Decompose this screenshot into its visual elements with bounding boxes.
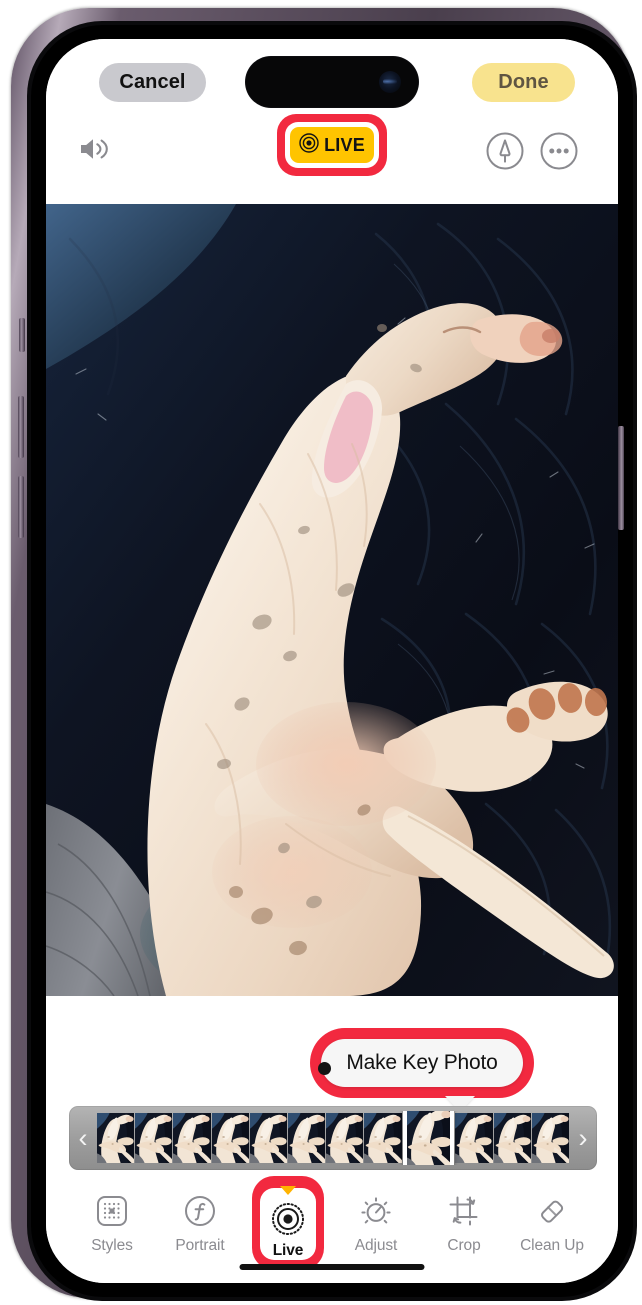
photo-preview[interactable] — [46, 204, 618, 996]
cancel-button[interactable]: Cancel — [99, 63, 206, 102]
live-badge-highlight-ring: LIVE — [277, 114, 387, 176]
dynamic-island — [246, 57, 418, 107]
tool-live-label: Live — [272, 1242, 304, 1259]
filmstrip-prev-arrow[interactable]: ‹ — [69, 1106, 97, 1170]
filmstrip-frame[interactable] — [211, 1113, 249, 1163]
live-badge-backdrop: LIVE — [285, 122, 379, 168]
filmstrip-frame-selected[interactable] — [402, 1111, 455, 1165]
tool-adjust[interactable]: Adjust — [338, 1182, 414, 1255]
live-photo-filmstrip[interactable]: ‹ › — [69, 1106, 597, 1170]
silence-switch-button[interactable] — [19, 318, 25, 352]
tool-live-active-marker — [280, 1186, 296, 1195]
filmstrip-frame[interactable] — [287, 1113, 326, 1163]
make-key-photo-label: Make Key Photo — [346, 1051, 498, 1074]
make-key-photo-button[interactable]: Make Key Photo — [321, 1039, 523, 1087]
tool-styles-label: Styles — [91, 1237, 133, 1254]
volume-up-button[interactable] — [18, 396, 24, 458]
more-options-button[interactable] — [539, 131, 579, 171]
tool-styles[interactable]: Styles — [74, 1182, 150, 1255]
tool-portrait-label: Portrait — [175, 1237, 225, 1254]
markup-button[interactable] — [485, 131, 525, 171]
phone-screen: Cancel Done LIVE Make Key Photo ‹ › Styl… — [46, 39, 618, 1283]
filmstrip-frames-track[interactable] — [97, 1111, 569, 1165]
cancel-label: Cancel — [119, 71, 186, 93]
tool-clean-up[interactable]: Clean Up — [514, 1182, 590, 1255]
filmstrip-frame[interactable] — [493, 1113, 531, 1163]
power-button[interactable] — [618, 426, 624, 530]
editor-top-bar: Cancel Done LIVE — [46, 39, 618, 204]
styles-grid-icon — [95, 1190, 129, 1232]
more-options-icon — [539, 132, 579, 175]
filmstrip-frame[interactable] — [97, 1113, 135, 1163]
editor-tool-bar: Styles Portrait Live Adjust Crop Clean U… — [46, 1176, 618, 1270]
filmstrip-next-arrow[interactable]: › — [569, 1106, 597, 1170]
filmstrip-frame[interactable] — [135, 1113, 173, 1163]
done-label: Done — [498, 71, 549, 93]
markup-pen-icon — [485, 132, 525, 175]
make-key-photo-highlight-ring: Make Key Photo — [310, 1028, 534, 1098]
tool-crop[interactable]: Crop — [426, 1182, 502, 1255]
tool-clean-up-label: Clean Up — [520, 1237, 584, 1254]
live-photo-toggle-badge[interactable]: LIVE — [290, 127, 374, 163]
filmstrip-frame[interactable] — [173, 1113, 211, 1163]
tool-portrait[interactable]: Portrait — [162, 1182, 238, 1255]
tool-live-wrapper: Live — [250, 1176, 326, 1270]
filmstrip-frame[interactable] — [249, 1113, 287, 1163]
live-photo-icon — [271, 1201, 305, 1237]
portrait-f-icon — [183, 1190, 217, 1232]
clean-up-eraser-icon — [535, 1190, 569, 1232]
audio-toggle-button[interactable] — [67, 127, 125, 175]
filmstrip-frame[interactable] — [364, 1113, 402, 1163]
filmstrip-frame[interactable] — [455, 1113, 493, 1163]
crop-rotate-icon — [447, 1190, 481, 1232]
phone-frame: Cancel Done LIVE Make Key Photo ‹ › Styl… — [11, 8, 637, 1301]
filmstrip-frame[interactable] — [531, 1113, 569, 1163]
filmstrip-frame[interactable] — [326, 1113, 364, 1163]
tool-live[interactable]: Live — [250, 1182, 326, 1260]
front-camera-icon — [379, 71, 401, 93]
done-button[interactable]: Done — [472, 63, 575, 102]
home-indicator — [239, 1264, 425, 1270]
adjust-dial-icon — [359, 1190, 393, 1232]
key-photo-anchor-dot — [318, 1062, 331, 1075]
speaker-wave-icon — [78, 135, 114, 168]
volume-down-button[interactable] — [18, 476, 24, 538]
tool-adjust-label: Adjust — [354, 1237, 398, 1254]
tool-crop-label: Crop — [447, 1237, 481, 1254]
live-badge-label: LIVE — [324, 134, 365, 155]
live-photo-icon — [299, 132, 319, 158]
live-photo-editor-panel: Make Key Photo ‹ › Styles Portrait Live … — [46, 996, 618, 1283]
